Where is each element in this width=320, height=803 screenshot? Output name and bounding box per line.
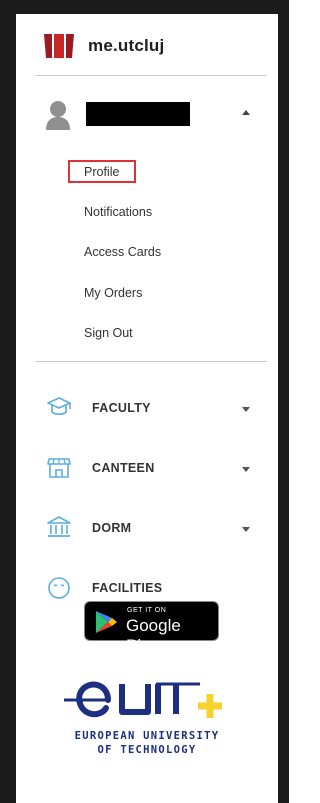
divider xyxy=(36,75,267,76)
shop-icon xyxy=(47,458,71,478)
smile-icon xyxy=(48,577,70,599)
badge-big-text: Google Play xyxy=(126,616,181,655)
building-icon xyxy=(47,516,71,537)
chevron-up-icon xyxy=(242,110,250,115)
nav-item-dorm[interactable]: DORM xyxy=(46,514,266,544)
app-name: me.utcluj xyxy=(88,36,165,55)
eut-logo-icon xyxy=(64,681,222,718)
nav-label-faculty: FACULTY xyxy=(92,401,151,415)
nav-label-canteen: CANTEEN xyxy=(92,461,155,475)
nav-label-dorm: DORM xyxy=(92,521,132,535)
graduation-cap-icon xyxy=(47,397,71,416)
redacted-user-name xyxy=(86,102,190,126)
menu-item-notifications[interactable]: Notifications xyxy=(84,205,152,219)
google-play-icon xyxy=(96,611,117,633)
divider xyxy=(36,361,267,362)
chevron-down-icon xyxy=(242,467,250,472)
eut-name-line1: EUROPEAN UNIVERSITY xyxy=(74,730,220,742)
eut-name-line2: OF TECHNOLOGY xyxy=(97,744,197,756)
nav-item-facilities[interactable]: FACILITIES xyxy=(46,574,266,604)
google-play-badge[interactable]: GET IT ON Google Play xyxy=(84,601,219,655)
chevron-down-icon xyxy=(242,407,250,412)
menu-item-my-orders[interactable]: My Orders xyxy=(84,286,142,300)
nav-item-canteen[interactable]: CANTEEN xyxy=(46,454,266,484)
brand-header[interactable]: me.utcluj xyxy=(42,30,164,62)
nav-label-facilities: FACILITIES xyxy=(92,581,163,595)
nav-item-faculty[interactable]: FACULTY xyxy=(46,394,266,424)
avatar-icon xyxy=(46,101,70,130)
sidebar-panel: me.utcluj Profile Notifications Access C… xyxy=(16,14,278,803)
chevron-down-icon xyxy=(242,527,250,532)
menu-item-profile[interactable]: Profile xyxy=(84,165,119,179)
menu-item-access-cards[interactable]: Access Cards xyxy=(84,245,161,259)
utcn-logo-icon xyxy=(44,34,74,58)
user-menu-toggle[interactable] xyxy=(44,100,264,130)
menu-item-sign-out[interactable]: Sign Out xyxy=(84,326,133,340)
badge-small-text: GET IT ON xyxy=(127,607,167,614)
